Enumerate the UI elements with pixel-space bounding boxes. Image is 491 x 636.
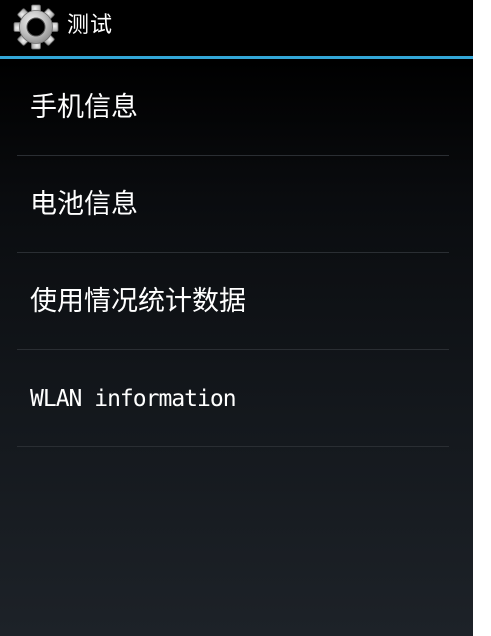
page-margin xyxy=(473,0,491,636)
list-item-battery-info[interactable]: 电池信息 xyxy=(0,156,473,253)
list-item-label: WLAN information xyxy=(30,386,237,412)
list-divider xyxy=(17,446,449,447)
list-item-label: 手机信息 xyxy=(30,92,138,123)
settings-screen: 测试 手机信息 电池信息 使用情况统计数据 WLAN information xyxy=(0,0,473,636)
gear-icon[interactable] xyxy=(12,3,60,51)
list-item-phone-info[interactable]: 手机信息 xyxy=(0,59,473,156)
page-title: 测试 xyxy=(67,13,114,38)
action-bar: 测试 xyxy=(0,0,473,56)
list-item-usage-statistics[interactable]: 使用情况统计数据 xyxy=(0,253,473,350)
settings-list: 手机信息 电池信息 使用情况统计数据 WLAN information xyxy=(0,59,473,447)
list-item-label: 电池信息 xyxy=(30,189,138,220)
list-item-wlan-information[interactable]: WLAN information xyxy=(0,350,473,447)
list-item-label: 使用情况统计数据 xyxy=(30,286,246,317)
